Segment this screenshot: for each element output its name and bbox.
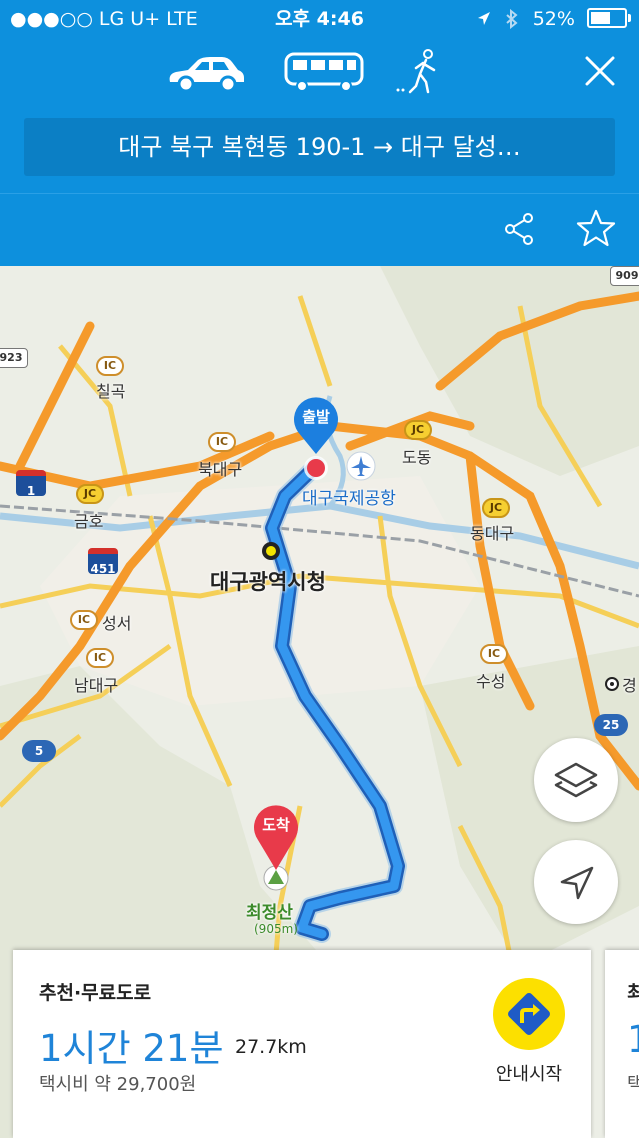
route-duration: 1시간 21분 xyxy=(39,1027,224,1070)
car-mode-button[interactable] xyxy=(164,48,248,98)
status-bar: ●●●○○ LG U+ LTE 오후 4:46 52% xyxy=(0,0,639,38)
route-shield-5: 5 xyxy=(22,740,56,762)
layers-icon xyxy=(554,762,598,798)
taxi-fare: 택 xyxy=(627,1074,639,1095)
dodong-label: 도동 xyxy=(402,448,432,467)
city-hall-label: 대구광역시청 xyxy=(210,570,326,594)
taxi-fare: 택시비 약 29,700원 xyxy=(39,1074,197,1095)
peak-height-label: (905m) xyxy=(254,922,298,936)
ic-badge: IC xyxy=(86,648,114,668)
airport-label: 대구국제공항 xyxy=(302,489,396,509)
header-divider xyxy=(0,193,639,194)
ic-badge: IC xyxy=(70,610,98,630)
route-header: ●●●○○ LG U+ LTE 오후 4:46 52% 대구 북구 복현동 19… xyxy=(0,0,639,266)
destination-pin-icon xyxy=(254,805,298,870)
bluetooth-icon xyxy=(506,8,518,30)
share-button[interactable] xyxy=(500,210,538,248)
route-duration: 1 xyxy=(627,1018,639,1061)
ic-badge: IC xyxy=(96,356,124,376)
bus-mode-button[interactable] xyxy=(282,48,366,98)
transport-modes xyxy=(0,48,639,98)
close-button[interactable] xyxy=(583,54,617,88)
destination-label: 도착 xyxy=(262,816,290,834)
ic-badge: IC xyxy=(480,644,508,664)
start-navigation-label: 안내시작 xyxy=(495,1064,563,1085)
route-summary-text: 대구 북구 복현동 190-1 → 대구 달성… xyxy=(118,133,521,161)
share-icon xyxy=(505,213,533,245)
battery-percent: 52% xyxy=(532,8,575,30)
destination-marker[interactable]: 도착 xyxy=(250,802,302,872)
close-icon xyxy=(585,56,615,86)
geumho-label: 금호 xyxy=(74,512,104,531)
route-shield-1: 1 xyxy=(16,470,46,498)
jc-badge: JC xyxy=(482,498,510,518)
route-summary-field[interactable]: 대구 북구 복현동 190-1 → 대구 달성… xyxy=(24,118,615,176)
seongseo-label: 성서 xyxy=(102,614,132,633)
route-shield-451: 451 xyxy=(88,548,118,576)
battery-icon xyxy=(587,8,631,28)
route-type-label: 추천·무료도로 xyxy=(39,982,152,1004)
namdaegu-label: 남대구 xyxy=(74,676,119,695)
route-shield-923: 923 xyxy=(0,348,28,368)
star-icon xyxy=(576,209,616,247)
turn-right-arrow-icon xyxy=(508,993,550,1035)
route-shield-25: 25 xyxy=(594,714,628,736)
location-services-icon xyxy=(477,12,490,25)
bukdaegu-label: 북대구 xyxy=(198,460,243,479)
suseong-label: 수성 xyxy=(476,672,506,691)
origin-marker[interactable]: 출발 xyxy=(290,396,342,486)
dongdaegu-label: 동대구 xyxy=(470,524,515,543)
peak-label: 최정산 xyxy=(246,903,293,923)
walk-mode-button[interactable] xyxy=(396,48,446,98)
walking-icon xyxy=(396,49,436,94)
start-navigation-button[interactable] xyxy=(493,978,565,1050)
bus-icon xyxy=(284,52,364,92)
car-icon xyxy=(169,57,244,93)
route-option-card-next[interactable]: 최 1 택 xyxy=(605,950,639,1138)
current-location-button[interactable] xyxy=(534,840,618,924)
origin-label: 출발 xyxy=(302,408,330,426)
favorite-button[interactable] xyxy=(576,208,616,248)
jc-badge: JC xyxy=(76,484,104,504)
route-option-card[interactable]: 추천·무료도로 1시간 21분 27.7km 택시비 약 29,700원 안내시… xyxy=(13,950,591,1138)
battery-status: 52% xyxy=(477,0,631,38)
route-type-label: 최 xyxy=(627,982,639,1004)
route-shield-909: 909 xyxy=(610,266,639,286)
route-distance: 27.7km xyxy=(235,1036,307,1058)
layers-button[interactable] xyxy=(534,738,618,822)
chilgok-label: 칠곡 xyxy=(96,382,126,401)
jc-badge: JC xyxy=(404,420,432,440)
gyeong-label: 경 xyxy=(622,676,637,695)
location-arrow-icon xyxy=(560,866,594,900)
ic-badge: IC xyxy=(208,432,236,452)
